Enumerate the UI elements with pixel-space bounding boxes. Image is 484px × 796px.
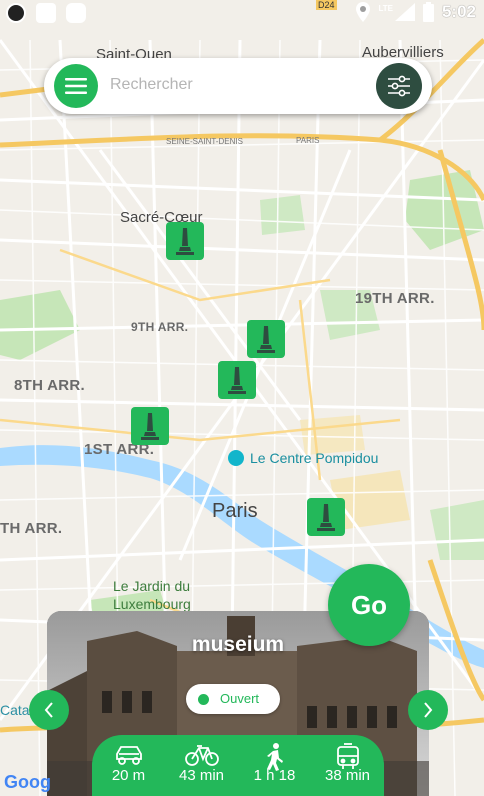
transport-walk[interactable]: 1 h 18 [238,735,311,796]
map-label-paris-small: PARIS [296,136,320,145]
map-label-9th-arr: 9TH ARR. [131,320,189,334]
monument-icon [228,367,246,394]
menu-button[interactable] [54,64,98,108]
monument-marker[interactable] [218,361,256,399]
location-icon [356,2,371,22]
map-label-8th-arr: 8TH ARR. [14,377,86,394]
previous-place-button[interactable] [29,690,69,730]
map-label-seine-saint-denis: SEINE-SAINT-DENIS [166,137,243,146]
app-icon [6,3,26,23]
map-label-jardin-1: Le Jardin du [113,578,191,594]
monument-icon [257,326,275,353]
network-type: LTE [378,3,393,13]
open-status-badge: Ouvert [186,684,280,714]
map-label-jardin-2: Luxembourg [113,596,191,612]
transport-options: 20 m 43 min 1 h 18 38 min [92,735,384,796]
filter-button[interactable] [376,63,422,109]
map-label-19th-arr: 19TH ARR. [355,290,435,307]
poi-pompidou[interactable]: Le Centre Pompidou [228,450,378,466]
transport-bike-time: 43 min [178,767,225,784]
map-label-cata: Cata [0,702,30,718]
search-bar: Rechercher [44,58,432,114]
map-label-paris: Paris [212,500,258,522]
monument-marker[interactable] [247,320,285,358]
android-icon [66,3,86,23]
notification-icon [36,3,56,23]
google-logo: Goog [4,772,51,792]
status-dot [198,694,209,705]
battery-icon [422,2,434,22]
transport-car-time: 20 m [111,767,146,784]
notification-icons [6,3,86,23]
transport-bus[interactable]: 38 min [311,735,384,796]
poi-pompidou-label: Le Centre Pompidou [250,450,379,466]
next-place-button[interactable] [408,690,448,730]
bike-icon [184,745,219,766]
car-icon [115,746,142,765]
chevron-right-icon [424,702,433,718]
monument-marker[interactable] [307,498,345,536]
status-bar: D24 LTE 5:02 [0,0,484,26]
chevron-left-icon [44,702,53,718]
filter-sliders-icon [388,75,410,97]
go-button[interactable]: Go [328,564,410,646]
signal-icon [394,3,415,21]
monument-marker[interactable] [131,407,169,445]
monument-icon [176,228,194,255]
transport-walk-time: 1 h 18 [253,767,296,784]
transport-bike[interactable]: 43 min [165,735,238,796]
map-label-7th-arr: TH ARR. [0,520,63,537]
search-input[interactable]: Rechercher [110,76,193,94]
road-label-d24: D24 [316,0,337,10]
hamburger-icon [65,78,87,94]
transport-car[interactable]: 20 m [92,735,165,796]
status-time: 5:02 [441,2,476,21]
monument-marker[interactable] [166,222,204,260]
museum-pin-icon [228,450,244,466]
status-label: Ouvert [220,691,260,706]
monument-icon [317,504,335,531]
monument-icon [141,413,159,440]
transport-bus-time: 38 min [324,767,371,784]
